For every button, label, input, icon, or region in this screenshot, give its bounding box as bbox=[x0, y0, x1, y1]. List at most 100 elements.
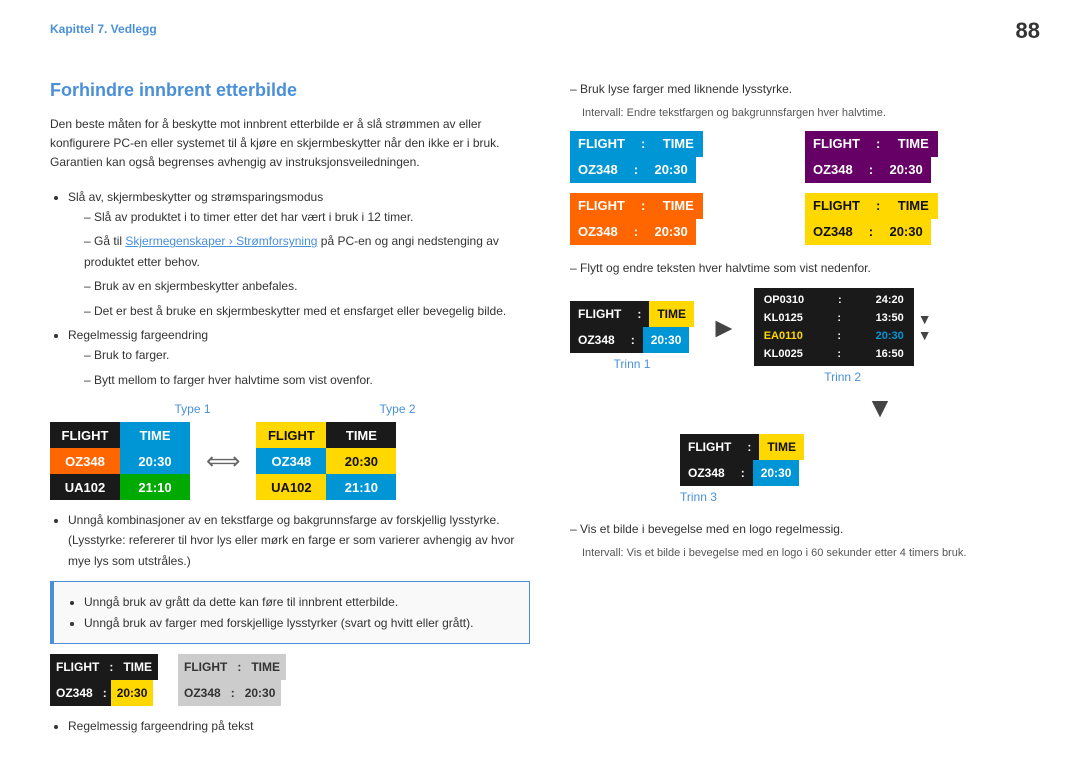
sub-item-1-3: Bruk av en skjermbeskytter anbefales. bbox=[84, 276, 530, 296]
t3-r2c2: : bbox=[733, 460, 753, 486]
link-skjerm[interactable]: Skjermegenskaper › Strømforsyning bbox=[125, 234, 317, 248]
flight-board-1: FLIGHT TIME OZ348 20:30 UA102 21:10 bbox=[50, 422, 190, 500]
t3-r2c3: 20:30 bbox=[753, 460, 800, 486]
cb-orange-r2c3: 20:30 bbox=[646, 219, 696, 245]
t1-r1c3: TIME bbox=[649, 301, 694, 327]
bottom-list: Regelmessig fargeendring på tekst bbox=[50, 716, 530, 736]
t3-r1c2: : bbox=[739, 434, 759, 460]
bb1-r1c2: : bbox=[105, 654, 117, 680]
chapter-label: Kapittel 7. Vedlegg bbox=[50, 22, 157, 36]
fb1-r3c2: 21:10 bbox=[120, 474, 190, 500]
trinn-down-arrow-icon: ▼ bbox=[730, 392, 1030, 424]
trinn1-label: Trinn 1 bbox=[614, 357, 651, 371]
fb1-r1c2: TIME bbox=[120, 422, 190, 448]
type2-label: Type 2 bbox=[379, 402, 415, 416]
right-note-2: Flytt og endre teksten hver halvtime som… bbox=[570, 259, 1030, 278]
right-bottom-notes: Vis et bilde i bevegelse med en logo reg… bbox=[570, 520, 1030, 563]
info-box-item-2: Unngå bruk av farger med forskjellige ly… bbox=[84, 613, 515, 633]
fb2-r3c1: UA102 bbox=[256, 474, 326, 500]
bottom-list-item: Regelmessig fargeendring på tekst bbox=[68, 716, 530, 736]
color-examples-grid: FLIGHT : TIME OZ348 : 20:30 FLIGHT : bbox=[570, 131, 1030, 245]
fb2-r2c1: OZ348 bbox=[256, 448, 326, 474]
type1-label: Type 1 bbox=[174, 402, 210, 416]
bb2-r1c3: TIME bbox=[245, 654, 286, 680]
bb1-r1c1: FLIGHT bbox=[50, 654, 105, 680]
bb2-r2c3: 20:30 bbox=[239, 680, 282, 706]
cb-yellow-r2c3: 20:30 bbox=[881, 219, 931, 245]
sub-list-1: Slå av produktet i to timer etter det ha… bbox=[68, 207, 530, 321]
bb1-r2c1: OZ348 bbox=[50, 680, 99, 706]
sub-item-1-2: Gå til Skjermegenskaper › Strømforsyning… bbox=[84, 231, 530, 272]
trinn-row-1-2: FLIGHT : TIME OZ348 : 20:30 Trinn 1 bbox=[570, 288, 1030, 384]
cb-blue-r1c2: : bbox=[633, 131, 653, 157]
right-column: Bruk lyse farger med liknende lysstyrke.… bbox=[570, 80, 1030, 740]
down-arrow-1-icon: ▼ bbox=[918, 312, 932, 326]
trinn2-content: OP0310 : 24:20 KL0125 : 13:50 EA0110 : 2… bbox=[754, 288, 932, 366]
bb2-r2c1: OZ348 bbox=[178, 680, 227, 706]
cb-blue-r2c2: : bbox=[626, 157, 646, 183]
bb1-r1c3: TIME bbox=[117, 654, 158, 680]
section-title: Forhindre innbrent etterbilde bbox=[50, 80, 530, 101]
bad-board-2: FLIGHT : TIME OZ348 : 20:30 bbox=[178, 654, 286, 706]
trinn3-block: FLIGHT : TIME OZ348 : 20:30 Trinn 3 bbox=[680, 434, 1030, 504]
avoid-item: Unngå kombinasjoner av en tekstfarge og … bbox=[68, 510, 530, 571]
info-box: Unngå bruk av grått da dette kan føre ti… bbox=[50, 581, 530, 644]
cb-orange-r2c1: OZ348 bbox=[570, 219, 626, 245]
t1-r1c2: : bbox=[629, 301, 649, 327]
fb1-r2c2: 20:30 bbox=[120, 448, 190, 474]
color-board-yellow: FLIGHT : TIME OZ348 : 20:30 bbox=[805, 193, 1030, 245]
fb2-r3c2: 21:10 bbox=[326, 474, 396, 500]
trinn1-board: FLIGHT : TIME OZ348 : 20:30 bbox=[570, 301, 694, 353]
cb-orange-r1c3: TIME bbox=[653, 193, 703, 219]
info-box-item-1: Unngå bruk av grått da dette kan føre ti… bbox=[84, 592, 515, 612]
cb-purple-r2c3: 20:30 bbox=[881, 157, 931, 183]
page: 88 Kapittel 7. Vedlegg Forhindre innbren… bbox=[0, 0, 1080, 770]
cb-orange-r2c2: : bbox=[626, 219, 646, 245]
swap-arrow-icon: ⟺ bbox=[206, 447, 240, 476]
scroll-row-3: EA0110 : 20:30 bbox=[758, 328, 910, 344]
right-note-1-sub: Intervall: Endre tekstfargen og bakgrunn… bbox=[582, 105, 1030, 123]
sub-item-2-2: Bytt mellom to farger hver halvtime som … bbox=[84, 370, 530, 390]
cb-yellow-r1c2: : bbox=[868, 193, 888, 219]
bb2-r1c2: : bbox=[233, 654, 245, 680]
cb-yellow-r2c2: : bbox=[861, 219, 881, 245]
bad-examples: FLIGHT : TIME OZ348 : 20:30 FLIGHT : bbox=[50, 654, 530, 706]
bb1-r2c3: 20:30 bbox=[111, 680, 154, 706]
cb-yellow-r1c1: FLIGHT bbox=[805, 193, 868, 219]
sub-item-2-1: Bruk to farger. bbox=[84, 345, 530, 365]
flight-board-2: FLIGHT TIME OZ348 20:30 UA102 21:10 bbox=[256, 422, 396, 500]
list-item-1: Slå av, skjermbeskytter og strømsparings… bbox=[68, 187, 530, 321]
t3-r1c1: FLIGHT bbox=[680, 434, 739, 460]
down-arrow-2-icon: ▼ bbox=[918, 328, 932, 342]
info-box-list: Unngå bruk av grått da dette kan føre ti… bbox=[68, 592, 515, 633]
bb1-r2c2: : bbox=[99, 680, 111, 706]
avoid-list: Unngå kombinasjoner av en tekstfarge og … bbox=[50, 510, 530, 571]
main-list: Slå av, skjermbeskytter og strømsparings… bbox=[50, 187, 530, 391]
trinn2-scroll-board: OP0310 : 24:20 KL0125 : 13:50 EA0110 : 2… bbox=[754, 288, 914, 366]
trinn2-arrows: ▼ ▼ bbox=[918, 312, 932, 342]
t3-r2c1: OZ348 bbox=[680, 460, 733, 486]
list-item-2: Regelmessig fargeendring Bruk to farger.… bbox=[68, 325, 530, 390]
sub-list-2: Bruk to farger. Bytt mellom to farger hv… bbox=[68, 345, 530, 390]
bb2-r1c1: FLIGHT bbox=[178, 654, 233, 680]
right-note-1: Bruk lyse farger med liknende lysstyrke. bbox=[570, 80, 1030, 99]
type-labels: Type 1 Type 2 bbox=[50, 402, 530, 416]
cb-purple-r2c2: : bbox=[861, 157, 881, 183]
cb-purple-r2c1: OZ348 bbox=[805, 157, 861, 183]
trinn2-label: Trinn 2 bbox=[824, 370, 861, 384]
page-number: 88 bbox=[1016, 18, 1040, 44]
fb2-r1c1: FLIGHT bbox=[256, 422, 326, 448]
cb-blue-r2c3: 20:30 bbox=[646, 157, 696, 183]
cb-blue-r1c3: TIME bbox=[653, 131, 703, 157]
fb2-r2c2: 20:30 bbox=[326, 448, 396, 474]
t1-r1c1: FLIGHT bbox=[570, 301, 629, 327]
trinn-section: FLIGHT : TIME OZ348 : 20:30 Trinn 1 bbox=[570, 288, 1030, 504]
trinn1-block: FLIGHT : TIME OZ348 : 20:30 Trinn 1 bbox=[570, 301, 694, 371]
cb-yellow-r2c1: OZ348 bbox=[805, 219, 861, 245]
cb-orange-r1c2: : bbox=[633, 193, 653, 219]
fb2-r1c2: TIME bbox=[326, 422, 396, 448]
trinn-right-arrow-icon: ► bbox=[710, 312, 738, 344]
bad-board-1: FLIGHT : TIME OZ348 : 20:30 bbox=[50, 654, 158, 706]
color-board-orange: FLIGHT : TIME OZ348 : 20:30 bbox=[570, 193, 795, 245]
t1-r2c3: 20:30 bbox=[643, 327, 690, 353]
